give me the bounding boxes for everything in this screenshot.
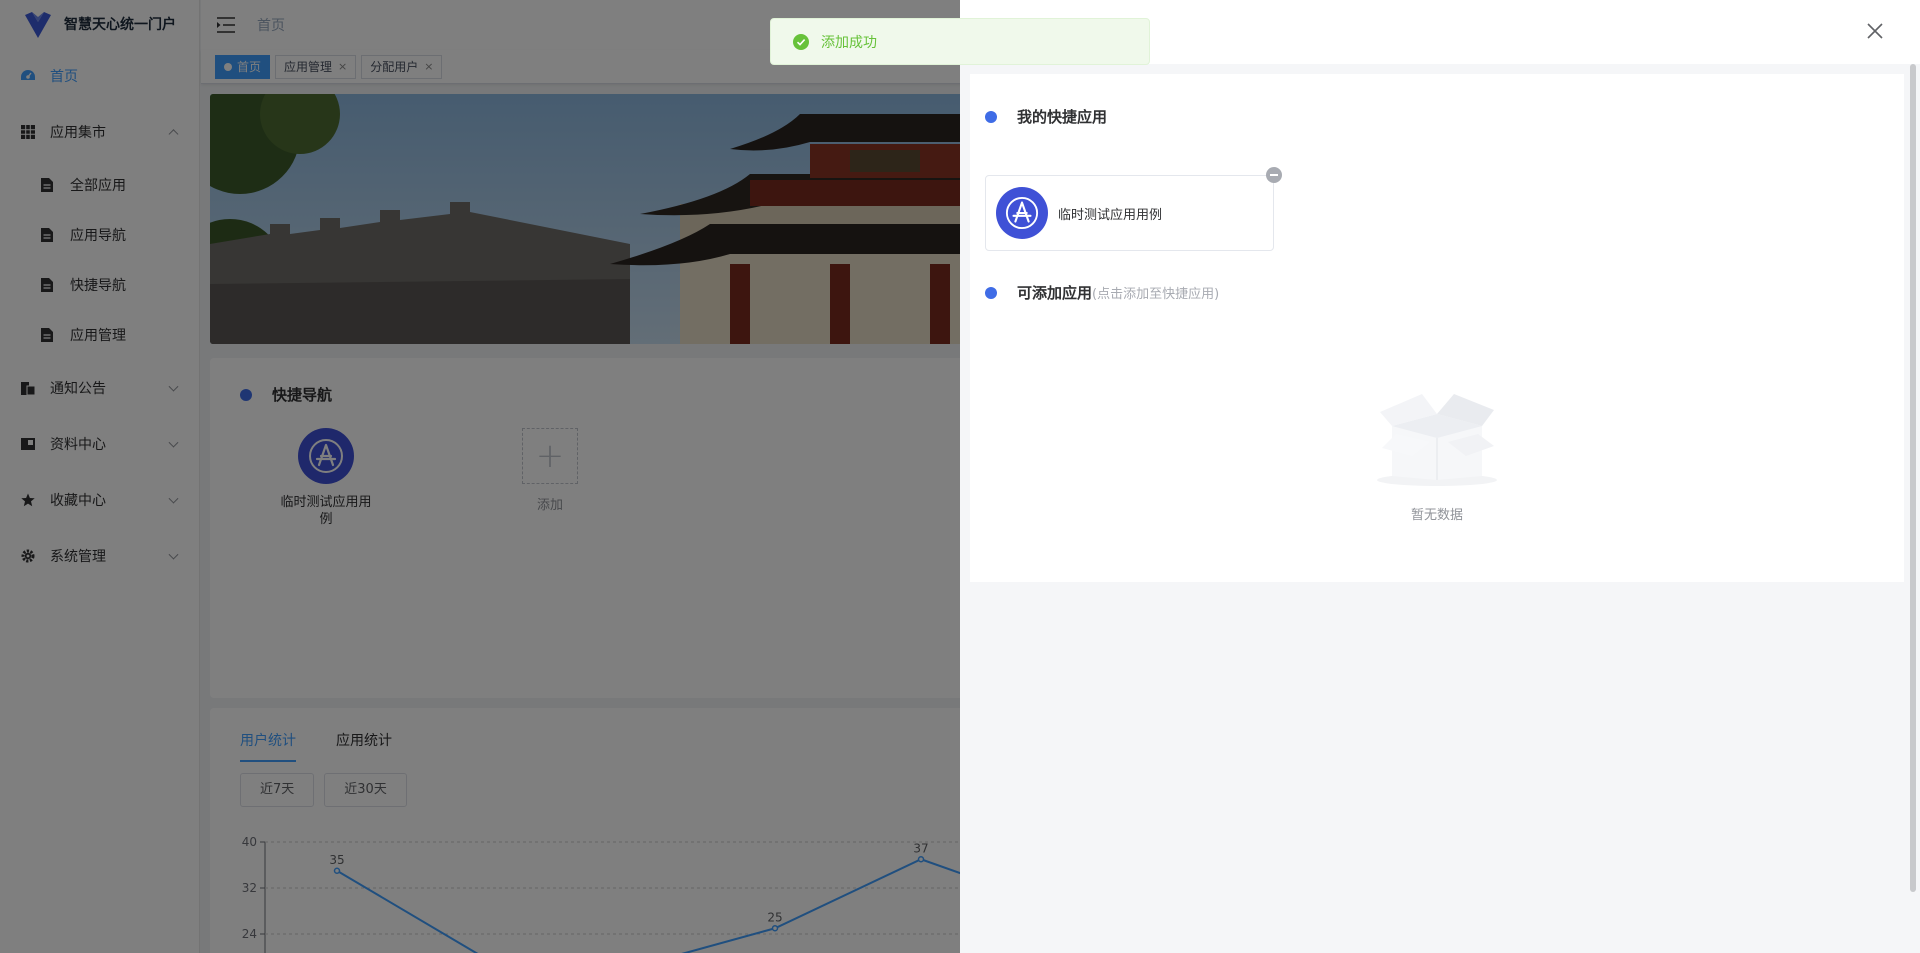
section-dot-icon xyxy=(985,110,1007,123)
section-dot-icon xyxy=(985,286,1007,299)
toast-text: 添加成功 xyxy=(821,34,877,51)
my-apps-title-text: 我的快捷应用 xyxy=(1017,108,1108,126)
check-circle-icon xyxy=(793,33,809,50)
empty-box-icon xyxy=(1377,394,1497,486)
close-icon[interactable] xyxy=(1866,22,1884,40)
remove-app-icon[interactable] xyxy=(1266,167,1282,183)
empty-text: 暂无数据 xyxy=(1410,508,1463,523)
my-app-item[interactable]: 临时测试应用用例 xyxy=(985,175,1274,251)
app-store-icon xyxy=(996,187,1048,239)
my-apps-title: 我的快捷应用 xyxy=(985,106,1107,127)
quick-app-drawer: 我的快捷应用 临时测试应用用例 可添加应用 (点击添加至快捷应用) 暂无数据 xyxy=(960,0,1920,953)
available-apps-title-text: 可添加应用 xyxy=(1017,284,1093,302)
empty-state: 暂无数据 xyxy=(1367,364,1507,523)
drawer-scrollbar[interactable] xyxy=(1910,64,1916,892)
success-toast: 添加成功 xyxy=(770,18,1150,65)
my-app-label: 临时测试应用用例 xyxy=(1058,207,1163,223)
modal-mask[interactable] xyxy=(0,0,960,953)
drawer-body: 我的快捷应用 临时测试应用用例 可添加应用 (点击添加至快捷应用) 暂无数据 xyxy=(970,74,1904,582)
available-apps-title: 可添加应用 (点击添加至快捷应用) xyxy=(985,282,1219,303)
available-apps-hint: (点击添加至快捷应用) xyxy=(1092,287,1220,302)
